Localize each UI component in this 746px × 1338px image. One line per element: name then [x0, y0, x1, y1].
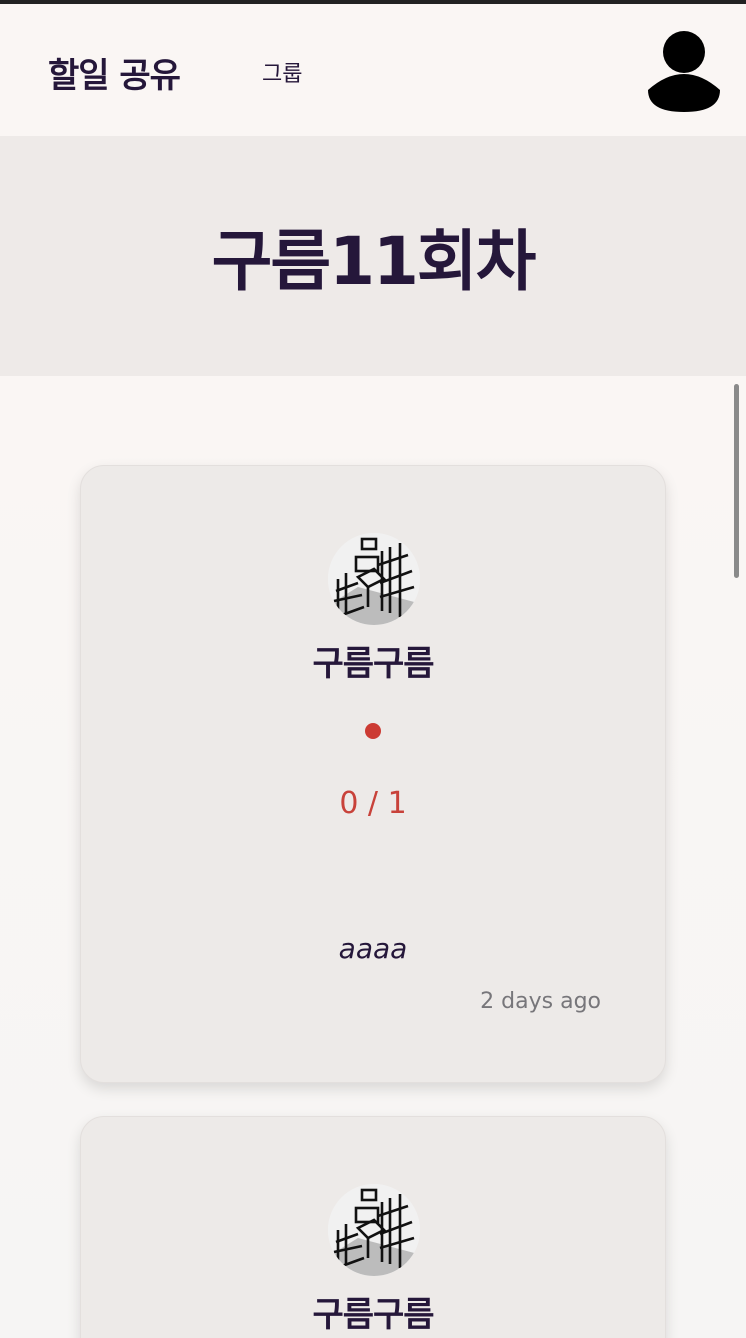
brand-logo[interactable]: 할일 공유 — [48, 48, 181, 97]
scrollbar-thumb[interactable] — [734, 384, 739, 578]
nav-link-group[interactable]: 그룹 — [262, 56, 302, 88]
member-name: 구름구름 — [312, 644, 434, 684]
member-avatar — [328, 533, 420, 625]
group-title: 구름11회차 — [211, 223, 537, 300]
member-name: 구름구름 — [312, 1295, 434, 1335]
todo-item-text[interactable]: aaaa — [81, 932, 665, 965]
group-banner: 구름11회차 — [0, 136, 746, 376]
app-header: 할일 공유 그룹 — [0, 4, 746, 136]
status-dot-icon — [365, 723, 381, 739]
member-card[interactable]: 구름구름 — [80, 1116, 666, 1338]
updated-time: 2 days ago — [480, 989, 601, 1014]
member-card[interactable]: 구름구름 0 / 1 aaaa 2 days ago — [80, 465, 666, 1083]
progress-count: 0 / 1 — [339, 786, 407, 821]
member-avatar — [328, 1184, 420, 1276]
user-profile-icon[interactable] — [646, 28, 722, 112]
